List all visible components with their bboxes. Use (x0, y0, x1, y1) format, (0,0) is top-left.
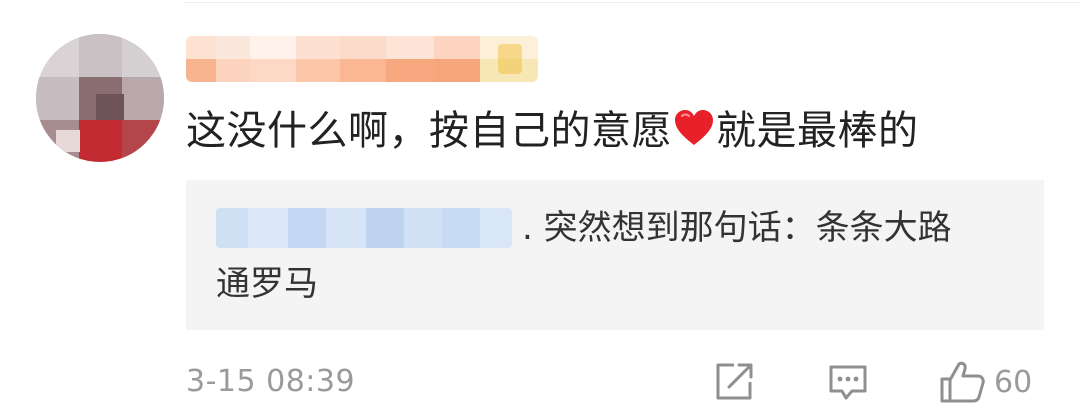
reply-username-blurred[interactable] (216, 208, 512, 248)
comment-text-after: 就是最棒的 (716, 108, 919, 154)
share-button[interactable] (712, 360, 756, 404)
reply-box[interactable]: . 突然想到那句话：条条大路 通罗马 (186, 180, 1044, 330)
reply-text-line-1: . 突然想到那句话：条条大路 (522, 208, 952, 248)
top-divider (185, 2, 1080, 3)
reply-button[interactable] (826, 360, 870, 404)
avatar[interactable] (36, 34, 164, 162)
share-icon (716, 363, 753, 400)
thumbs-up-icon (940, 361, 985, 403)
comment-text: 这没什么啊，按自己的意愿 就是最棒的 (186, 100, 919, 162)
username-blurred[interactable] (186, 36, 538, 82)
heart-emoji-icon (675, 110, 713, 145)
comment-text-before: 这没什么啊，按自己的意愿 (186, 108, 672, 154)
reply-text-line-2: 通罗马 (216, 264, 318, 304)
comment-icon (829, 365, 867, 400)
like-button[interactable]: 60 (938, 360, 1032, 404)
timestamp: 3-15 08:39 (186, 364, 356, 399)
like-count: 60 (994, 364, 1033, 400)
